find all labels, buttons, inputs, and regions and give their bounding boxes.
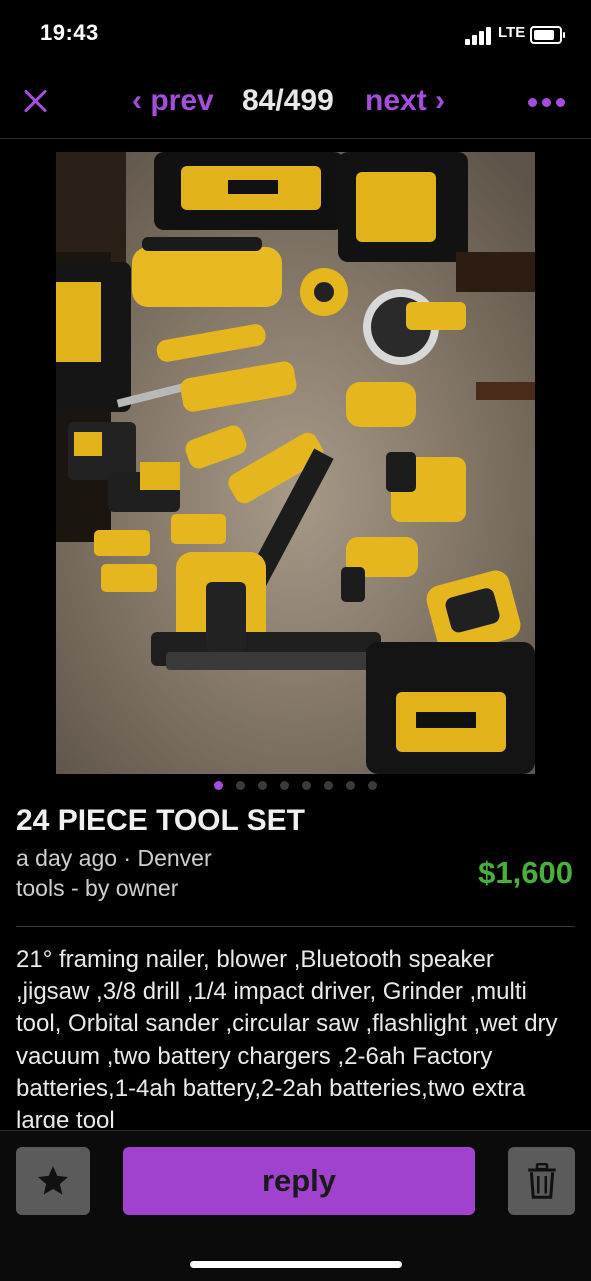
listing-counter: 84/499: [242, 84, 334, 117]
more-options-icon[interactable]: [528, 98, 568, 108]
favorite-button[interactable]: [16, 1147, 90, 1215]
prev-button[interactable]: ‹ prev: [132, 84, 214, 118]
listing-description: 21° framing nailer, blower ,Bluetooth sp…: [16, 946, 558, 1128]
battery-icon: [530, 26, 565, 44]
trash-icon: [528, 1163, 556, 1199]
home-indicator[interactable]: [190, 1261, 402, 1268]
page-dot[interactable]: [280, 781, 289, 790]
delete-button[interactable]: [508, 1147, 575, 1215]
photo-pagination[interactable]: [214, 781, 384, 791]
network-type: LTE: [498, 24, 526, 41]
page-dot[interactable]: [258, 781, 267, 790]
page-dot[interactable]: [324, 781, 333, 790]
listing-posted: a day ago · Denver: [16, 845, 212, 871]
listing-photo[interactable]: [56, 152, 535, 774]
tool-set-photo: [56, 152, 535, 774]
page-dot[interactable]: [368, 781, 377, 790]
listing-nav-bar: ‹ prev 84/499 next ›: [0, 72, 591, 139]
page-dot[interactable]: [214, 781, 223, 790]
reply-button[interactable]: reply: [123, 1147, 475, 1215]
page-dot[interactable]: [302, 781, 311, 790]
status-bar: 19:43 LTE: [0, 0, 591, 72]
listing-title: 24 PIECE TOOL SET: [16, 804, 305, 837]
next-button[interactable]: next ›: [365, 84, 445, 118]
divider: [16, 926, 575, 927]
listing-price: $1,600: [478, 855, 573, 890]
close-icon[interactable]: [22, 88, 50, 116]
signal-icon: [465, 25, 495, 45]
star-icon: [38, 1166, 68, 1195]
listing-category: tools - by owner: [16, 875, 179, 901]
status-time: 19:43: [40, 20, 99, 45]
action-bar: reply: [0, 1130, 591, 1281]
page-dot[interactable]: [346, 781, 355, 790]
page-dot[interactable]: [236, 781, 245, 790]
